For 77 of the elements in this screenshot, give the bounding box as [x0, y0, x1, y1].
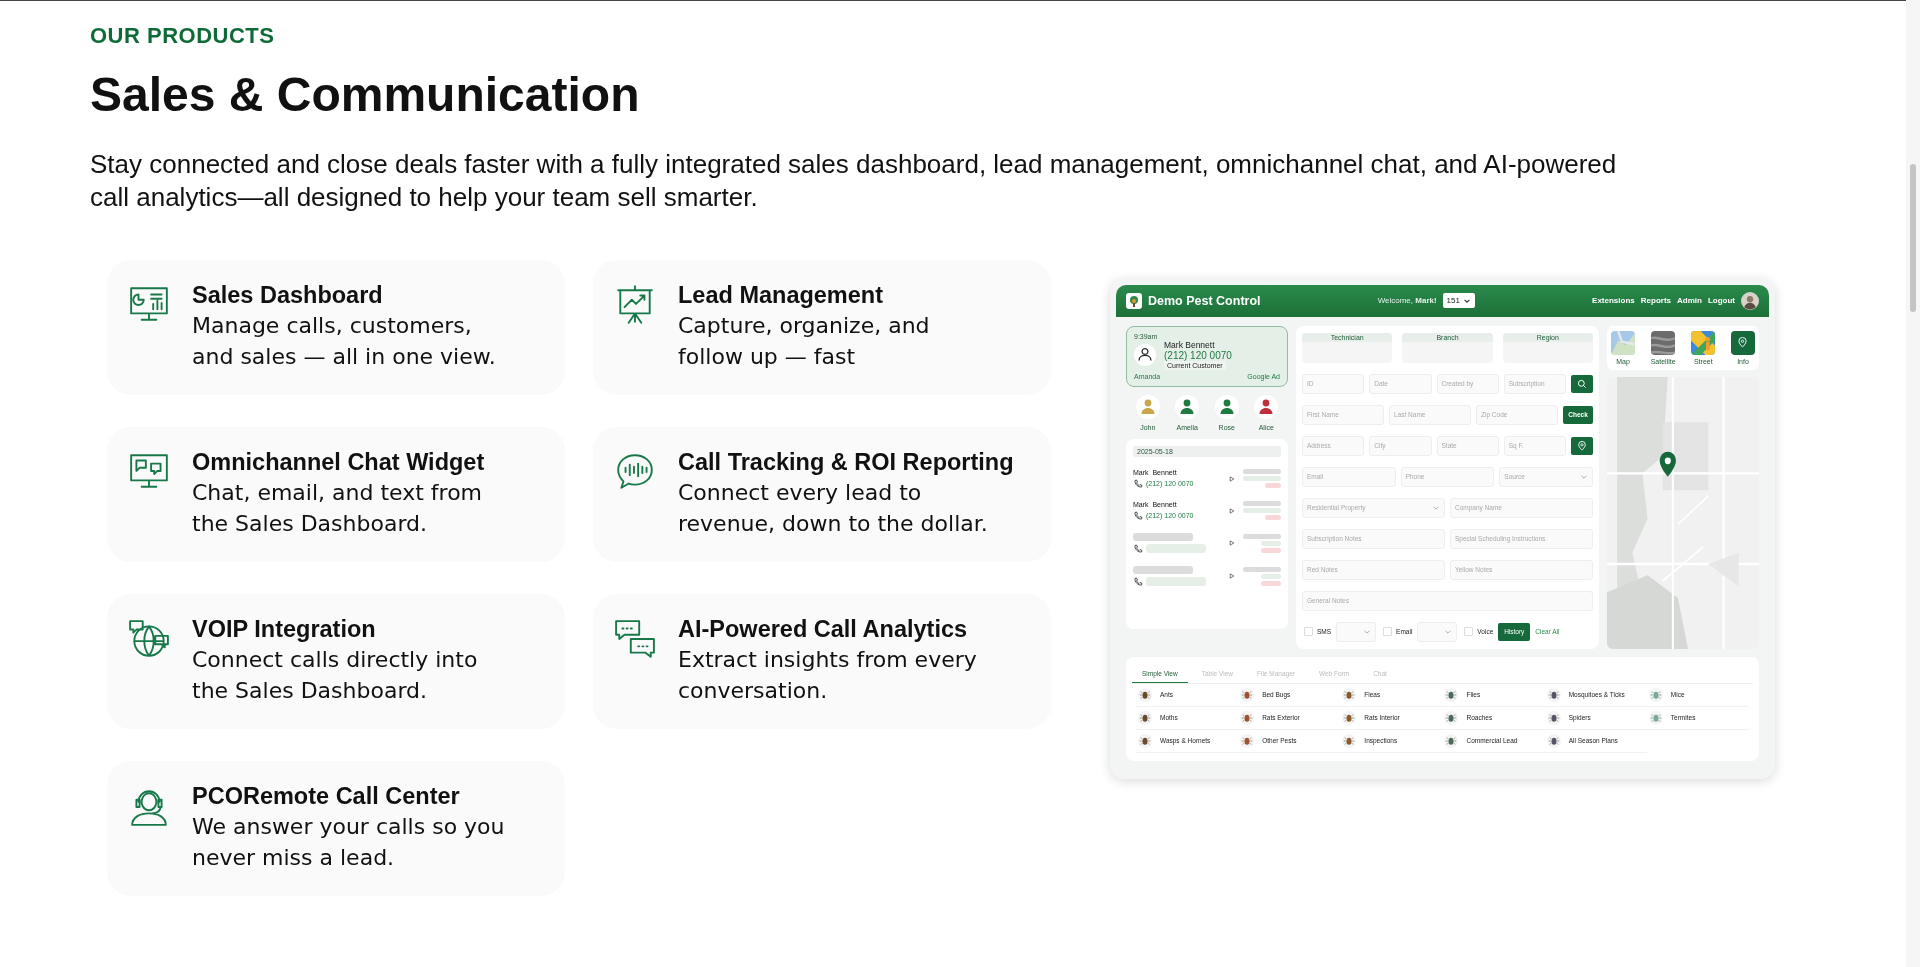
bug-icon	[1138, 710, 1152, 725]
bug-icon	[1240, 710, 1255, 725]
pin-icon	[1737, 337, 1749, 349]
scrollbar[interactable]	[1906, 0, 1920, 967]
product-description: Capture, organize, and follow up — fast	[678, 311, 931, 371]
product-description: Manage calls, customers, and sales — all in one view.	[192, 311, 497, 371]
globe-chat-icon	[128, 617, 170, 660]
product-title: VOIP Integration	[192, 614, 377, 644]
nav-link[interactable]: Reports	[1640, 296, 1671, 306]
scroll-thumb[interactable]	[1910, 164, 1916, 312]
location-button[interactable]	[1571, 436, 1593, 455]
nav-link[interactable]: Logout	[1707, 296, 1735, 306]
phone-icon	[1133, 576, 1143, 587]
bug-icon	[1138, 733, 1152, 748]
extension-select[interactable]: 151	[1442, 293, 1475, 309]
play-icon[interactable]	[1229, 475, 1235, 482]
bug-icon	[1444, 710, 1459, 725]
bug-icon	[1546, 687, 1561, 702]
product-description: Connect calls directly into the Sales Dashboard.	[192, 645, 479, 705]
welcome-text: Welcome, Mark!	[1377, 296, 1437, 306]
search-button[interactable]	[1571, 374, 1593, 393]
skeleton-bar	[1133, 565, 1193, 574]
caller-phone: (212) 120 0070	[1164, 349, 1232, 361]
person-icon[interactable]	[1259, 399, 1273, 414]
presentation-chart-icon	[614, 283, 656, 326]
bug-icon	[1342, 687, 1357, 702]
bug-icon	[1648, 687, 1663, 702]
bug-icon	[1546, 710, 1561, 725]
play-icon[interactable]	[1229, 540, 1235, 547]
product-description: We answer your calls so you never miss a lead.	[192, 812, 506, 872]
nav-link[interactable]: Admin	[1677, 296, 1702, 306]
caller-name: Mark Bennett	[1164, 339, 1216, 350]
person-icon	[1134, 343, 1156, 366]
search-icon	[1577, 378, 1587, 389]
person-icon[interactable]	[1141, 399, 1155, 414]
bug-icon	[1546, 733, 1561, 748]
product-title: Sales Dashboard	[192, 280, 384, 310]
avatar-icon[interactable]	[1741, 291, 1759, 310]
product-title: Lead Management	[678, 280, 885, 310]
skeleton-bar	[1146, 577, 1206, 587]
product-description: Chat, email, and text from the Sales Dashboard.	[192, 478, 484, 538]
product-description: Connect every lead to revenue, down to the dollar.	[678, 478, 989, 538]
product-description: Extract insights from every conversation.	[678, 645, 978, 705]
checkbox[interactable]	[1304, 627, 1313, 637]
play-icon[interactable]	[1229, 573, 1235, 580]
phone-icon	[1133, 510, 1143, 521]
section-heading: Sales & Communication	[90, 69, 641, 122]
bug-icon	[1138, 687, 1152, 702]
pin-icon	[1577, 440, 1587, 451]
bug-icon	[1444, 687, 1459, 702]
play-icon[interactable]	[1229, 507, 1235, 514]
person-icon[interactable]	[1220, 399, 1234, 414]
bug-icon	[1240, 733, 1255, 748]
product-title: Omnichannel Chat Widget	[192, 447, 486, 477]
app-brand: Demo Pest Control	[1148, 293, 1261, 308]
product-title: AI-Powered Call Analytics	[678, 614, 969, 644]
phone-icon	[1133, 543, 1143, 554]
select-field[interactable]	[1336, 621, 1377, 642]
bug-icon	[1342, 710, 1357, 725]
skeleton-bar	[1133, 532, 1193, 541]
bug-icon	[1444, 733, 1459, 748]
bug-icon	[1240, 687, 1255, 702]
section-label: OUR PRODUCTS	[90, 23, 276, 49]
product-title: PCORemote Call Center	[192, 781, 461, 811]
bug-icon	[1342, 733, 1357, 748]
person-icon[interactable]	[1180, 399, 1194, 414]
skeleton-bar	[1146, 544, 1206, 554]
intro-paragraph: Stay connected and close deals faster with a fully integrated sales dashboard, lead management, omnichannel chat, and AI-powered call analytics—all designed to help your team sell smarter.	[90, 147, 1618, 214]
nav-link[interactable]: Extensions	[1592, 296, 1635, 306]
select-field[interactable]	[1417, 621, 1458, 642]
checkbox[interactable]	[1464, 627, 1474, 637]
logo-icon	[1126, 292, 1142, 309]
phone-icon	[1133, 478, 1143, 489]
chat-bubbles-icon	[614, 617, 656, 660]
bug-icon	[1648, 710, 1663, 725]
checkbox[interactable]	[1383, 627, 1393, 637]
product-title: Call Tracking & ROI Reporting	[678, 447, 1014, 477]
